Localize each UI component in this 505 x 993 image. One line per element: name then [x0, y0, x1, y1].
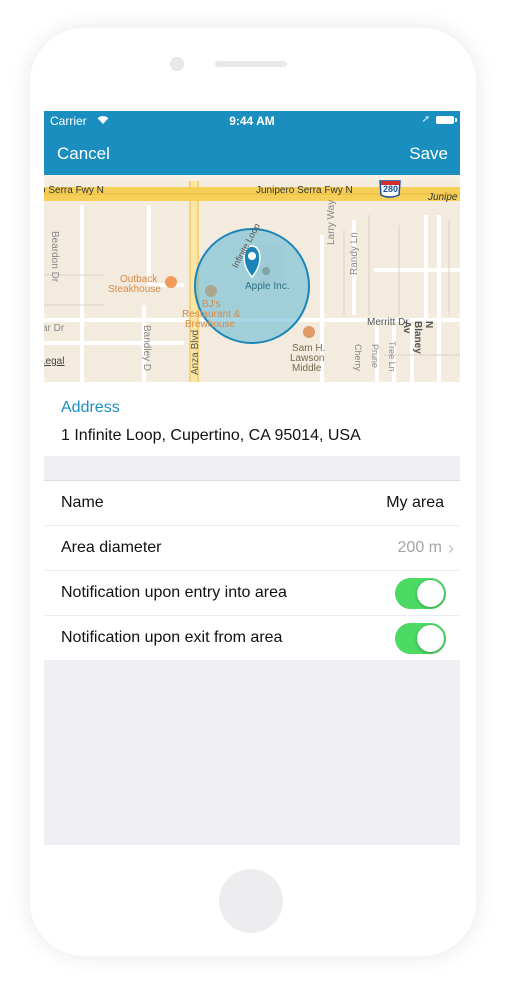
area-diameter-value: 200 m	[397, 539, 442, 556]
name-label: Name	[61, 494, 104, 511]
map-label-outback-2: Steakhouse	[108, 284, 161, 295]
map-label-serra-fwy-left: o Serra Fwy N	[44, 185, 104, 196]
map-label-tree: Tree Ln	[387, 341, 397, 372]
navigation-bar: Cancel Save	[44, 131, 460, 175]
area-diameter-row[interactable]: Area diameter 200 m ›	[44, 526, 460, 571]
battery-icon	[436, 116, 457, 124]
address-label: Address	[61, 399, 120, 416]
map-label-randy-ln: Randy Ln	[349, 232, 360, 275]
chevron-right-icon: ›	[448, 538, 454, 558]
map-label-anza: Anza Blvd	[190, 329, 201, 375]
exit-notification-toggle[interactable]	[395, 623, 446, 654]
map-label-ar-dr: ar Dr	[44, 323, 65, 334]
map-label-junipero-serra: Junipero Serra Fwy N	[256, 185, 353, 196]
name-value[interactable]: My area	[386, 494, 444, 512]
address-section: Address 1 Infinite Loop, Cupertino, CA 9…	[44, 382, 460, 456]
name-row[interactable]: Name My area	[44, 481, 460, 526]
camera	[170, 57, 184, 71]
save-button[interactable]: Save	[409, 144, 448, 164]
map-label-blaney: N Blaney Av	[401, 321, 434, 354]
home-button[interactable]	[219, 869, 283, 933]
status-bar: Carrier 9:44 AM ➚	[44, 111, 460, 131]
map-label-cherry: Cherry	[353, 344, 363, 372]
map-label-route-280: 280	[383, 184, 399, 194]
map-label-infinite-loop: Infinite Loop	[230, 221, 262, 270]
section-separator	[44, 456, 460, 481]
map-label-sam-3: Middle	[292, 363, 322, 374]
map-view[interactable]: o Serra Fwy N Junipero Serra Fwy N 280 J…	[44, 175, 460, 382]
cancel-button[interactable]: Cancel	[57, 144, 110, 164]
speaker	[215, 61, 287, 67]
exit-notification-label: Notification upon exit from area	[61, 629, 283, 646]
entry-notification-label: Notification upon entry into area	[61, 584, 287, 601]
entry-notification-toggle[interactable]	[395, 578, 446, 609]
map-label-beardon: Beardon Dr	[49, 231, 60, 283]
settings-list: Name My area Area diameter 200 m › Notif…	[44, 481, 460, 660]
toggle-knob	[417, 625, 444, 652]
screen: Carrier 9:44 AM ➚ Cancel Save o Serra Fw…	[44, 111, 460, 845]
address-value: 1 Infinite Loop, Cupertino, CA 95014, US…	[61, 427, 361, 444]
status-time: 9:44 AM	[229, 114, 275, 128]
location-arrow-icon: ➚	[421, 114, 430, 125]
toggle-knob	[417, 580, 444, 607]
map-label-bjs-3: Brewhouse	[185, 319, 236, 330]
map-label-bandley: Bandley D	[141, 325, 152, 372]
map-label-apple: Apple Inc.	[245, 281, 290, 292]
area-diameter-label: Area diameter	[61, 539, 162, 556]
entry-notification-row: Notification upon entry into area	[44, 571, 460, 616]
map-label-junipero-right: Junipe	[428, 192, 458, 203]
exit-notification-row: Notification upon exit from area	[44, 616, 460, 660]
map-label-prune: Prune	[370, 344, 380, 369]
map-label-larry-way: Larry Way	[326, 199, 337, 245]
map-legal-link[interactable]: Legal	[44, 356, 64, 367]
